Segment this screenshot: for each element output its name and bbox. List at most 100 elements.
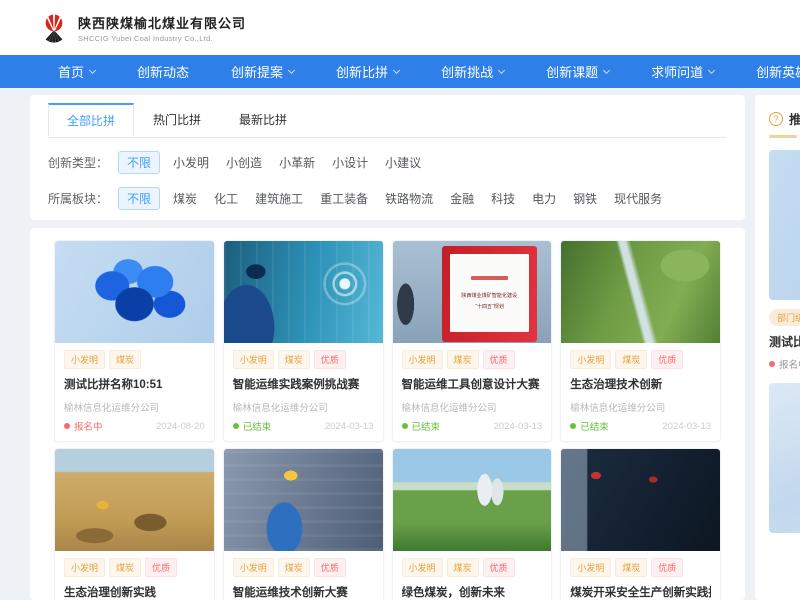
filter-option[interactable]: 煤炭: [173, 190, 197, 207]
light-blue-image: [769, 383, 800, 533]
filter-panel: 全部比拼热门比拼最新比拼 创新类型： 不限小发明小创造小革新小设计小建议所属板块：…: [30, 95, 745, 220]
nav-item-label: 创新比拼: [336, 62, 388, 81]
competition-card[interactable]: 小发明煤炭优质生态治理创新实践榆林信息化运维分公司已结束2024-03-13: [54, 448, 215, 600]
card-org: 榆林信息化运维分公司: [64, 400, 205, 414]
competition-card[interactable]: 小发明煤炭优质绿色煤炭，创新未来榆林信息化运维分公司已结束2024-03-02: [392, 448, 553, 600]
card-tags: 小发明煤炭优质: [570, 558, 711, 577]
nav-item-7[interactable]: 求师问道: [651, 62, 714, 81]
tab-3[interactable]: 最新比拼: [220, 103, 306, 137]
status-badge: 报名中: [64, 419, 103, 433]
tag-优质: 优质: [483, 350, 515, 369]
competition-card[interactable]: 小发明煤炭优质智能运维实践案例挑战赛榆林信息化运维分公司已结束2024-03-1…: [223, 240, 384, 442]
open-pit-mine-image: [55, 449, 214, 551]
card-title[interactable]: 智能运维工具创意设计大赛: [402, 376, 543, 392]
recommend-sidebar: ? 推荐比拼 部门级测试比拼名称10:51报名中: [755, 95, 800, 600]
competition-card[interactable]: 小发明煤炭优质煤炭开采安全生产创新实践挑战赛榆林信息化运维分公司已结束2024-…: [560, 448, 721, 600]
nav-item-5[interactable]: 创新挑战: [441, 62, 504, 81]
card-tags: 小发明煤炭优质: [570, 350, 711, 369]
sidebar-title: 推荐比拼: [789, 109, 800, 128]
tab-bar: 全部比拼热门比拼最新比拼: [48, 103, 727, 138]
filter-label: 所属板块：: [48, 190, 108, 207]
card-footer: 已结束2024-03-13: [233, 419, 374, 433]
nav-item-2[interactable]: 创新动态: [137, 62, 189, 81]
tag-煤炭: 煤炭: [109, 350, 141, 369]
filter-option[interactable]: 铁路物流: [385, 190, 433, 207]
card-title[interactable]: 智能运维实践案例挑战赛: [233, 376, 374, 392]
card-title[interactable]: 测试比拼名称10:51: [64, 376, 205, 392]
filter-option[interactable]: 建筑施工: [255, 190, 303, 207]
chevron-down-icon: [498, 66, 505, 73]
filter-option[interactable]: 科技: [491, 190, 515, 207]
filter-option[interactable]: 小创造: [226, 154, 262, 171]
nav-item-3[interactable]: 创新提案: [231, 62, 294, 81]
card-title[interactable]: 煤炭开采安全生产创新实践挑战赛: [570, 584, 711, 600]
filter-option[interactable]: 现代服务: [614, 190, 662, 207]
card-title[interactable]: 绿色煤炭，创新未来: [402, 584, 543, 600]
card-body: 小发明煤炭测试比拼名称10:51榆林信息化运维分公司报名中2024-08-20: [55, 343, 214, 441]
filter-option[interactable]: 小建议: [385, 154, 421, 171]
recommended-card-title[interactable]: 测试比拼名称10:51: [769, 333, 800, 350]
nav-item-label: 创新动态: [137, 62, 189, 81]
tag-小发明: 小发明: [402, 350, 443, 369]
card-org: 榆林信息化运维分公司: [570, 400, 711, 414]
filter-option[interactable]: 电力: [532, 190, 556, 207]
sidebar-underline: [769, 135, 797, 138]
tag-优质: 优质: [145, 558, 177, 577]
card-date: 2024-08-20: [156, 421, 205, 432]
filter-row-1: 创新类型： 不限小发明小创造小革新小设计小建议: [48, 151, 727, 174]
card-title[interactable]: 生态治理创新实践: [64, 584, 205, 600]
tab-1[interactable]: 全部比拼: [48, 103, 134, 137]
filter-label: 创新类型：: [48, 154, 108, 171]
nav-item-4[interactable]: 创新比拼: [336, 62, 399, 81]
recommended-card[interactable]: [769, 383, 800, 533]
card-footer: 报名中 2024-08-20: [64, 419, 205, 433]
card-date: 2024-03-13: [325, 421, 374, 432]
nav-item-8[interactable]: 创新英雄榜: [756, 62, 800, 81]
filter-option[interactable]: 小设计: [332, 154, 368, 171]
company-name: 陕西陕煤榆北煤业有限公司: [78, 13, 246, 32]
filter-option-selected[interactable]: 不限: [118, 151, 160, 174]
nav-item-1[interactable]: 首页: [58, 62, 95, 81]
company-name-en: SHCCIG Yubei Coal Industry Co.,Ltd.: [78, 34, 246, 43]
question-circle-icon: ?: [769, 112, 783, 126]
card-body: 小发明煤炭优质智能运维实践案例挑战赛榆林信息化运维分公司已结束2024-03-1…: [224, 343, 383, 441]
filter-option[interactable]: 重工装备: [320, 190, 368, 207]
filter-option[interactable]: 化工: [214, 190, 238, 207]
filter-option[interactable]: 小革新: [279, 154, 315, 171]
competition-list-panel: 小发明煤炭测试比拼名称10:51榆林信息化运维分公司报名中2024-08-20小…: [30, 228, 745, 600]
competition-card[interactable]: 小发明煤炭优质智能运维技术创新大赛榆林信息化运维分公司已结束2024-03-06: [223, 448, 384, 600]
card-date: 2024-03-13: [494, 421, 543, 432]
card-tags: 小发明煤炭优质: [64, 558, 205, 577]
filter-option[interactable]: 金融: [450, 190, 474, 207]
tag-煤炭: 煤炭: [615, 558, 647, 577]
card-title[interactable]: 生态治理技术创新: [570, 376, 711, 392]
maintenance-worker-image: [224, 449, 383, 551]
tag-优质: 优质: [651, 350, 683, 369]
card-org: 榆林信息化运维分公司: [402, 400, 543, 414]
tag-小发明: 小发明: [570, 350, 611, 369]
competition-card[interactable]: 小发明煤炭优质生态治理技术创新榆林信息化运维分公司已结束2024-03-13: [560, 240, 721, 442]
company-logo-icon: [38, 10, 70, 46]
nav-item-label: 首页: [58, 62, 84, 81]
nav-item-6[interactable]: 创新课题: [546, 62, 609, 81]
sidebar-card-list: 部门级测试比拼名称10:51报名中: [769, 150, 800, 533]
competition-card[interactable]: 陕西煤业煤矿智能化建设“十四五”规划小发明煤炭优质智能运维工具创意设计大赛榆林信…: [392, 240, 553, 442]
main-nav: 首页创新动态创新提案创新比拼创新挑战创新课题求师问道创新英雄榜互动: [0, 55, 800, 88]
competition-card[interactable]: 小发明煤炭测试比拼名称10:51榆林信息化运维分公司报名中2024-08-20: [54, 240, 215, 442]
recommended-card[interactable]: 部门级测试比拼名称10:51报名中: [769, 150, 800, 371]
chevron-down-icon: [603, 66, 610, 73]
filter-option-selected[interactable]: 不限: [118, 187, 160, 210]
filter-option[interactable]: 小发明: [173, 154, 209, 171]
card-title[interactable]: 智能运维技术创新大赛: [233, 584, 374, 600]
tag-小发明: 小发明: [233, 558, 274, 577]
tag-小发明: 小发明: [402, 558, 443, 577]
card-body: 小发明煤炭优质生态治理创新实践榆林信息化运维分公司已结束2024-03-13: [55, 551, 214, 600]
filter-option[interactable]: 钢铁: [573, 190, 597, 207]
blue-bloom-image: [769, 150, 800, 300]
site-header: 陕西陕煤榆北煤业有限公司 SHCCIG Yubei Coal Industry …: [0, 0, 800, 55]
card-body: 小发明煤炭优质生态治理技术创新榆林信息化运维分公司已结束2024-03-13: [561, 343, 720, 441]
unveiling-ceremony-image: 陕西煤业煤矿智能化建设“十四五”规划: [393, 241, 552, 343]
aerial-river-valley-image: [561, 241, 720, 343]
blue-bloom-image: [55, 241, 214, 343]
tab-2[interactable]: 热门比拼: [134, 103, 220, 137]
